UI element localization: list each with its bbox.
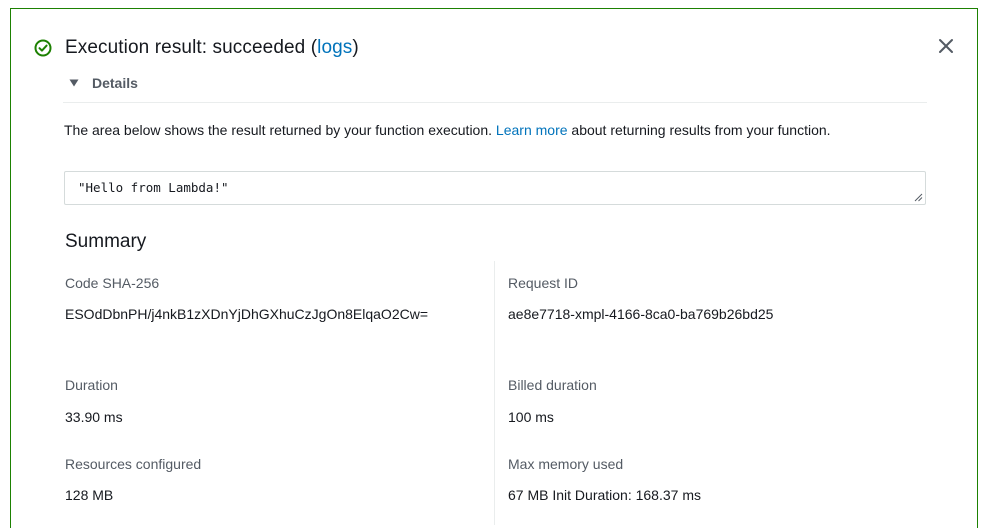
details-toggle[interactable]: Details [69,75,138,91]
execution-result-title: Execution result: succeeded (logs) [65,37,359,59]
summary-column-divider [494,261,495,525]
resources-configured-label: Resources configured [65,456,202,472]
max-memory-used-label: Max memory used [508,456,624,472]
request-id-value: ae8e7718-xmpl-4166-8ca0-ba769b26bd25 [508,306,774,322]
title-suffix: ) [352,37,359,58]
result-description: The area below shows the result returned… [64,119,934,141]
close-icon[interactable] [935,35,957,57]
details-toggle-label: Details [92,75,138,91]
learn-more-link[interactable]: Learn more [496,122,568,138]
details-divider [63,102,927,103]
resources-configured-value: 128 MB [65,487,114,503]
description-text-after: about returning results from your functi… [567,122,831,138]
code-sha-value: ESOdDbnPH/j4nkB1zXDnYjDhGXhuCzJgOn8ElqaO… [65,306,429,322]
logs-link[interactable]: logs [317,37,352,58]
max-memory-used-value: 67 MB Init Duration: 168.37 ms [508,487,701,503]
execution-result-panel: Execution result: succeeded (logs) Detai… [10,8,978,528]
duration-value: 33.90 ms [65,409,123,425]
duration-label: Duration [65,377,118,393]
result-output-text: "Hello from Lambda!" [78,180,229,195]
execution-result-header: Execution result: succeeded (logs) [33,33,359,63]
request-id-label: Request ID [508,275,579,291]
check-circle-icon [34,39,52,57]
caret-down-icon [69,79,79,87]
code-sha-label: Code SHA-256 [65,275,160,291]
summary-title: Summary [65,231,147,252]
billed-duration-value: 100 ms [508,409,554,425]
description-text-before: The area below shows the result returned… [64,122,496,138]
resize-handle-icon[interactable] [914,193,923,202]
billed-duration-label: Billed duration [508,377,597,393]
result-output[interactable]: "Hello from Lambda!" [64,171,926,205]
title-prefix: Execution result: succeeded ( [65,37,318,58]
